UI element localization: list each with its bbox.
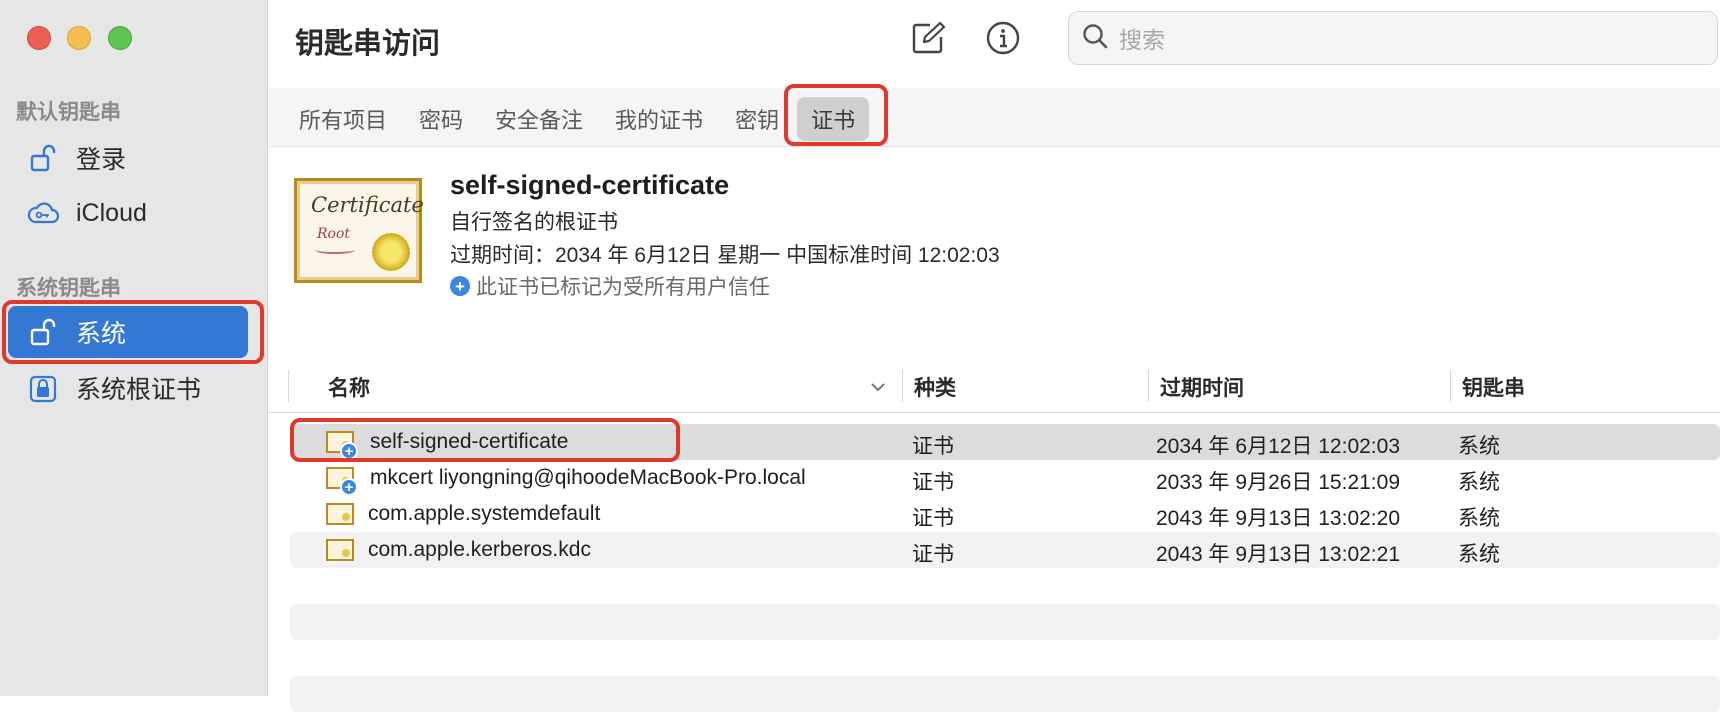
zoom-window-button[interactable] xyxy=(108,26,132,50)
sidebar-item-login[interactable]: 登录 xyxy=(8,132,248,184)
trusted-plus-icon: + xyxy=(340,442,358,460)
table-row-empty xyxy=(290,604,1720,640)
row-expires: 2033 年 9月26日 15:21:09 xyxy=(1156,471,1401,494)
tab-certificates[interactable]: 证书 xyxy=(797,97,870,141)
seal-icon xyxy=(372,233,410,271)
lock-icon xyxy=(26,371,60,405)
trusted-plus-icon: + xyxy=(340,478,358,496)
sidebar-item-label: 系统根证书 xyxy=(76,376,202,404)
certificate-icon xyxy=(326,503,354,525)
row-name: mkcert liyongning@qihoodeMacBook-Pro.loc… xyxy=(370,466,806,489)
column-divider xyxy=(288,370,289,402)
detail-cert-expiry: 过期时间：2034 年 6月12日 星期一 中国标准时间 12:02:03 xyxy=(450,244,1000,267)
detail-cert-name: self-signed-certificate xyxy=(450,170,730,200)
row-kind: 证书 xyxy=(912,507,954,530)
column-divider xyxy=(1450,370,1451,402)
tab-passwords[interactable]: 密码 xyxy=(405,97,477,141)
row-keychain: 系统 xyxy=(1458,471,1500,494)
sidebar-item-system[interactable]: 系统 xyxy=(8,306,248,358)
compose-icon[interactable] xyxy=(908,18,948,58)
sidebar-item-label: 登录 xyxy=(76,146,127,174)
info-icon[interactable] xyxy=(983,18,1023,58)
sidebar-section-default: 默认钥匙串 xyxy=(16,101,121,124)
table-row-empty xyxy=(290,640,1720,676)
row-keychain: 系统 xyxy=(1458,543,1500,566)
sidebar-section-system: 系统钥匙串 xyxy=(16,277,121,300)
search-field[interactable]: 搜索 xyxy=(1068,11,1718,65)
row-kind: 证书 xyxy=(912,543,954,566)
column-header-expires[interactable]: 过期时间 xyxy=(1160,372,1244,402)
close-window-button[interactable] xyxy=(27,26,51,50)
column-divider xyxy=(902,370,903,402)
tab-divider xyxy=(269,146,1720,147)
tab-all-items[interactable]: 所有项目 xyxy=(285,97,401,141)
row-expires: 2034 年 6月12日 12:02:03 xyxy=(1156,435,1401,458)
unlock-icon xyxy=(26,141,60,175)
sidebar: 默认钥匙串 登录 iCloud 系统钥匙串 系统 系统根证书 xyxy=(0,0,268,696)
table-row-empty xyxy=(290,676,1720,712)
certificate-icon-subtext: Root xyxy=(317,226,351,242)
table-row[interactable]: com.apple.kerberos.kdc 证书 2043 年 9月13日 1… xyxy=(290,532,1720,568)
certificate-icon: Certificate Root xyxy=(294,178,424,283)
cloud-key-icon xyxy=(26,196,60,230)
column-header-kind[interactable]: 种类 xyxy=(914,372,956,402)
column-divider xyxy=(1148,370,1149,402)
tab-secure-notes[interactable]: 安全备注 xyxy=(481,97,597,141)
certificate-icon-text: Certificate xyxy=(311,193,424,217)
column-header-name[interactable]: 名称 xyxy=(328,372,370,402)
row-kind: 证书 xyxy=(912,435,954,458)
table-row[interactable]: com.apple.systemdefault 证书 2043 年 9月13日 … xyxy=(290,496,1720,532)
row-name: com.apple.systemdefault xyxy=(368,502,601,525)
row-name: self-signed-certificate xyxy=(370,430,569,453)
row-keychain: 系统 xyxy=(1458,435,1500,458)
detail-cert-trust: + 此证书已标记为受所有用户信任 xyxy=(450,271,770,301)
sidebar-item-icloud[interactable]: iCloud xyxy=(8,187,248,239)
table-row-empty xyxy=(290,568,1720,604)
sidebar-item-label: 系统 xyxy=(76,320,127,348)
table-row[interactable]: + self-signed-certificate 证书 2034 年 6月12… xyxy=(290,424,1720,460)
sidebar-item-system-roots[interactable]: 系统根证书 xyxy=(8,362,248,414)
detail-cert-trust-text: 此证书已标记为受所有用户信任 xyxy=(476,276,770,299)
row-kind: 证书 xyxy=(912,471,954,494)
table-row[interactable]: + mkcert liyongning@qihoodeMacBook-Pro.l… xyxy=(290,460,1720,496)
search-placeholder: 搜索 xyxy=(1119,27,1165,53)
window-title: 钥匙串访问 xyxy=(295,28,441,60)
unlock-icon xyxy=(26,315,60,349)
tab-bar: 所有项目 密码 安全备注 我的证书 密钥 证书 xyxy=(285,88,873,150)
tab-my-certificates[interactable]: 我的证书 xyxy=(601,97,717,141)
detail-cert-kind: 自行签名的根证书 xyxy=(450,211,618,234)
certificate-icon xyxy=(326,539,354,561)
table-header-divider xyxy=(269,412,1720,413)
row-expires: 2043 年 9月13日 13:02:20 xyxy=(1156,507,1401,530)
certificate-flourish xyxy=(315,246,355,254)
sidebar-item-label: iCloud xyxy=(76,198,147,227)
sort-chevron-icon[interactable] xyxy=(870,380,886,398)
row-expires: 2043 年 9月13日 13:02:21 xyxy=(1156,543,1401,566)
tab-keys[interactable]: 密钥 xyxy=(721,97,793,141)
row-keychain: 系统 xyxy=(1458,507,1500,530)
search-icon xyxy=(1081,22,1109,55)
trusted-plus-icon: + xyxy=(450,276,470,296)
minimize-window-button[interactable] xyxy=(67,26,91,50)
column-header-keychain[interactable]: 钥匙串 xyxy=(1462,372,1525,402)
row-name: com.apple.kerberos.kdc xyxy=(368,538,591,561)
